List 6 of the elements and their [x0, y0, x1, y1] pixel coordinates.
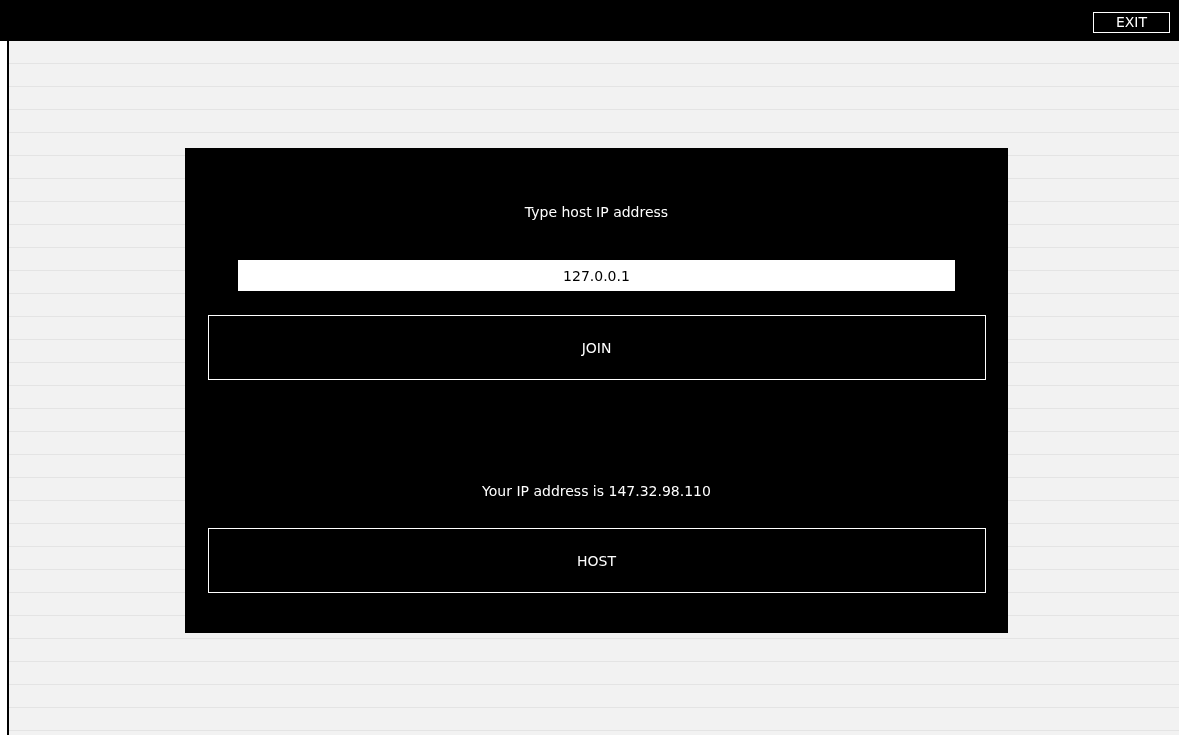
- prompt-text: Type host IP address: [524, 204, 669, 220]
- exit-button[interactable]: EXIT: [1093, 11, 1170, 33]
- join-button[interactable]: JOIN: [207, 315, 986, 380]
- host-button[interactable]: HOST: [207, 528, 986, 593]
- ip-address-field[interactable]: 127.0.0.1: [238, 260, 955, 291]
- own-ip-text: Your IP address is 147.32.98.110: [482, 483, 711, 499]
